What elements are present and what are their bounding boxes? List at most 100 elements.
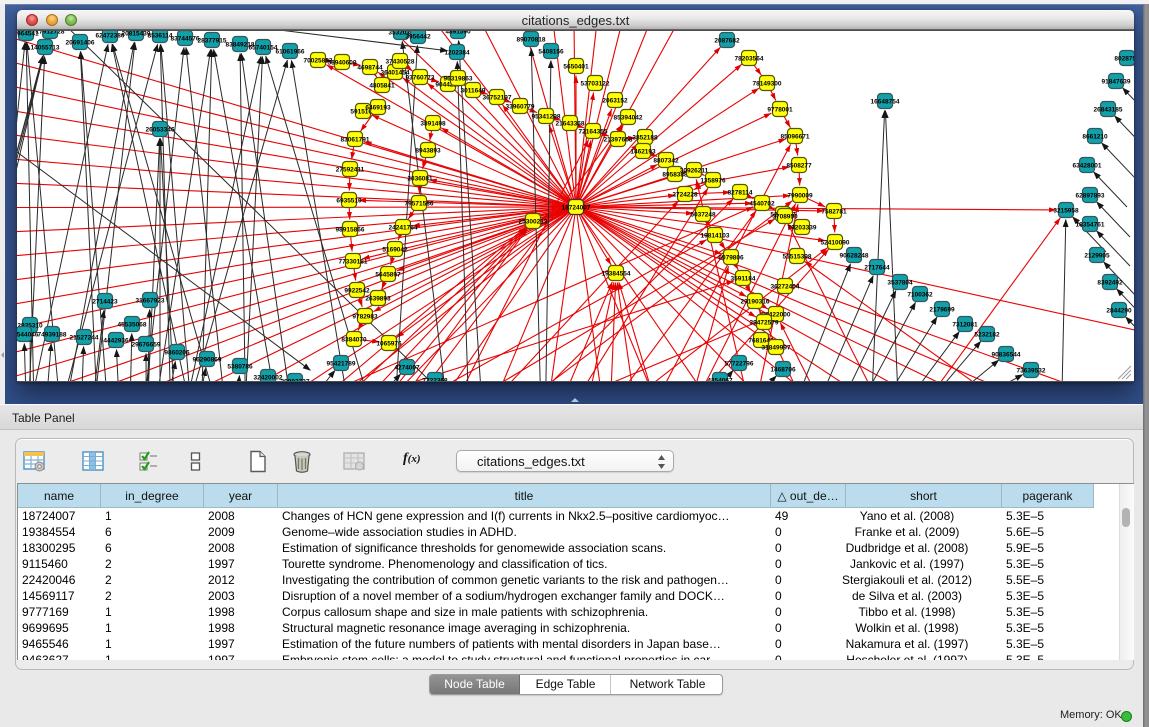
svg-text:39902737: 39902737 [281,379,310,382]
svg-text:2639893: 2639893 [365,296,391,303]
svg-text:3537804: 3537804 [887,280,913,287]
svg-text:3591184: 3591184 [731,276,756,283]
svg-text:77330181: 77330181 [339,259,368,266]
svg-text:19384554: 19384554 [602,271,631,278]
svg-text:90836544: 90836544 [992,352,1021,359]
svg-text:8536114: 8536114 [148,33,173,40]
svg-text:2036081: 2036081 [407,176,433,183]
svg-text:19814103: 19814103 [701,233,730,240]
svg-text:2724228: 2724228 [672,192,698,199]
svg-text:39472579: 39472579 [750,320,779,327]
svg-text:9782983: 9782983 [352,314,378,321]
svg-text:8661210: 8661210 [1082,134,1108,141]
svg-text:53703122: 53703122 [581,81,610,88]
svg-text:95341298: 95341298 [532,114,561,121]
svg-text:1462193: 1462193 [630,149,656,156]
svg-text:72544046: 72544046 [17,332,39,339]
svg-text:4442936: 4442936 [103,338,129,345]
svg-text:8807342: 8807342 [653,158,679,165]
svg-text:2717644: 2717644 [864,265,890,272]
svg-text:73639532: 73639532 [1017,368,1046,375]
svg-text:7100362: 7100362 [907,292,933,299]
svg-text:6935510: 6935510 [336,198,362,205]
svg-text:2714423: 2714423 [92,299,118,306]
svg-text:55515398: 55515398 [783,254,812,261]
svg-text:3852188: 3852188 [632,135,658,142]
svg-text:5169042: 5169042 [382,247,408,254]
svg-text:8384070: 8384070 [341,337,367,344]
svg-text:8278114: 8278114 [728,190,753,197]
svg-text:1065976: 1065976 [376,341,402,348]
svg-text:65740154: 65740154 [249,45,278,52]
svg-text:21527244: 21527244 [70,335,99,342]
svg-text:95421789: 95421789 [327,361,356,368]
svg-text:24241764: 24241764 [389,225,418,232]
svg-text:52410090: 52410090 [821,240,850,247]
svg-text:62897893: 62897893 [1076,193,1105,200]
svg-text:4805841: 4805841 [369,83,395,90]
svg-text:26843185: 26843185 [1094,107,1123,114]
svg-text:2129905: 2129905 [1084,253,1110,260]
svg-text:33960779: 33960779 [506,104,535,111]
svg-text:7582781: 7582781 [821,209,847,216]
svg-text:20691406: 20691406 [66,40,95,47]
svg-text:2844290: 2844290 [1106,308,1132,315]
svg-text:9860206: 9860206 [164,350,190,357]
svg-text:26053346: 26053346 [146,127,175,134]
svg-text:3215958: 3215958 [1053,208,1079,215]
svg-text:18354761: 18354761 [1076,222,1105,229]
svg-text:29190316: 29190316 [741,299,770,306]
svg-text:62472380: 62472380 [96,33,125,40]
svg-text:3956442: 3956442 [405,34,431,41]
svg-text:9922542: 9922542 [344,288,370,295]
svg-text:61061966: 61061966 [276,49,305,56]
svg-text:96290869: 96290869 [193,357,222,364]
svg-text:1358976: 1358976 [700,178,726,185]
svg-text:6469193: 6469193 [365,105,391,112]
svg-text:18724007: 18724007 [562,205,591,212]
svg-text:7990009: 7990009 [787,193,813,200]
svg-text:74939188: 74939188 [38,332,67,339]
svg-text:17912728: 17912728 [36,31,65,36]
svg-text:58940600: 58940600 [328,60,357,67]
svg-text:98915866: 98915866 [336,227,365,234]
svg-text:6079806: 6079806 [718,255,744,262]
svg-text:91847639: 91847639 [1102,79,1131,86]
svg-text:37430528: 37430528 [386,59,415,66]
svg-text:5650401: 5650401 [563,64,589,71]
svg-text:79203339: 79203339 [788,225,817,232]
svg-text:3011649: 3011649 [461,88,486,95]
svg-text:89070818: 89070818 [517,37,546,44]
svg-text:29676659: 29676659 [132,342,161,349]
svg-text:96319863: 96319863 [444,76,473,83]
svg-text:5408156: 5408156 [538,49,564,56]
svg-text:31667923: 31667923 [136,298,165,305]
svg-text:20815439: 20815439 [122,31,151,38]
svg-text:5380786: 5380786 [227,364,253,371]
svg-text:79571586: 79571586 [405,201,434,208]
svg-text:4274007: 4274007 [394,365,420,372]
svg-text:63428001: 63428001 [1073,163,1102,170]
svg-text:27592411: 27592411 [336,167,365,174]
svg-text:2179699: 2179699 [929,307,955,314]
svg-text:32420002: 32420002 [254,375,283,382]
svg-text:36752197: 36752197 [483,95,512,102]
svg-text:14055713: 14055713 [31,45,60,52]
svg-text:2063152: 2063152 [602,98,628,105]
svg-text:7312081: 7312081 [952,322,978,329]
svg-text:4891590: 4891590 [445,31,471,36]
svg-text:1468706: 1468706 [770,367,796,374]
svg-text:45535068: 45535068 [118,322,147,329]
svg-text:2087682: 2087682 [714,38,740,45]
svg-text:36272404: 36272404 [771,284,800,291]
svg-text:7722368: 7722368 [422,378,448,382]
svg-text:72164355: 72164355 [579,129,608,136]
svg-text:31849997: 31849997 [762,345,791,352]
svg-text:93760773: 93760773 [406,75,435,82]
svg-text:83744576: 83744576 [171,36,200,43]
svg-text:8392492: 8392492 [1097,280,1123,287]
svg-text:16648754: 16648754 [871,99,900,106]
svg-text:21643368: 21643368 [556,121,585,128]
svg-text:8508277: 8508277 [786,163,812,170]
svg-text:5037248: 5037248 [690,212,716,219]
